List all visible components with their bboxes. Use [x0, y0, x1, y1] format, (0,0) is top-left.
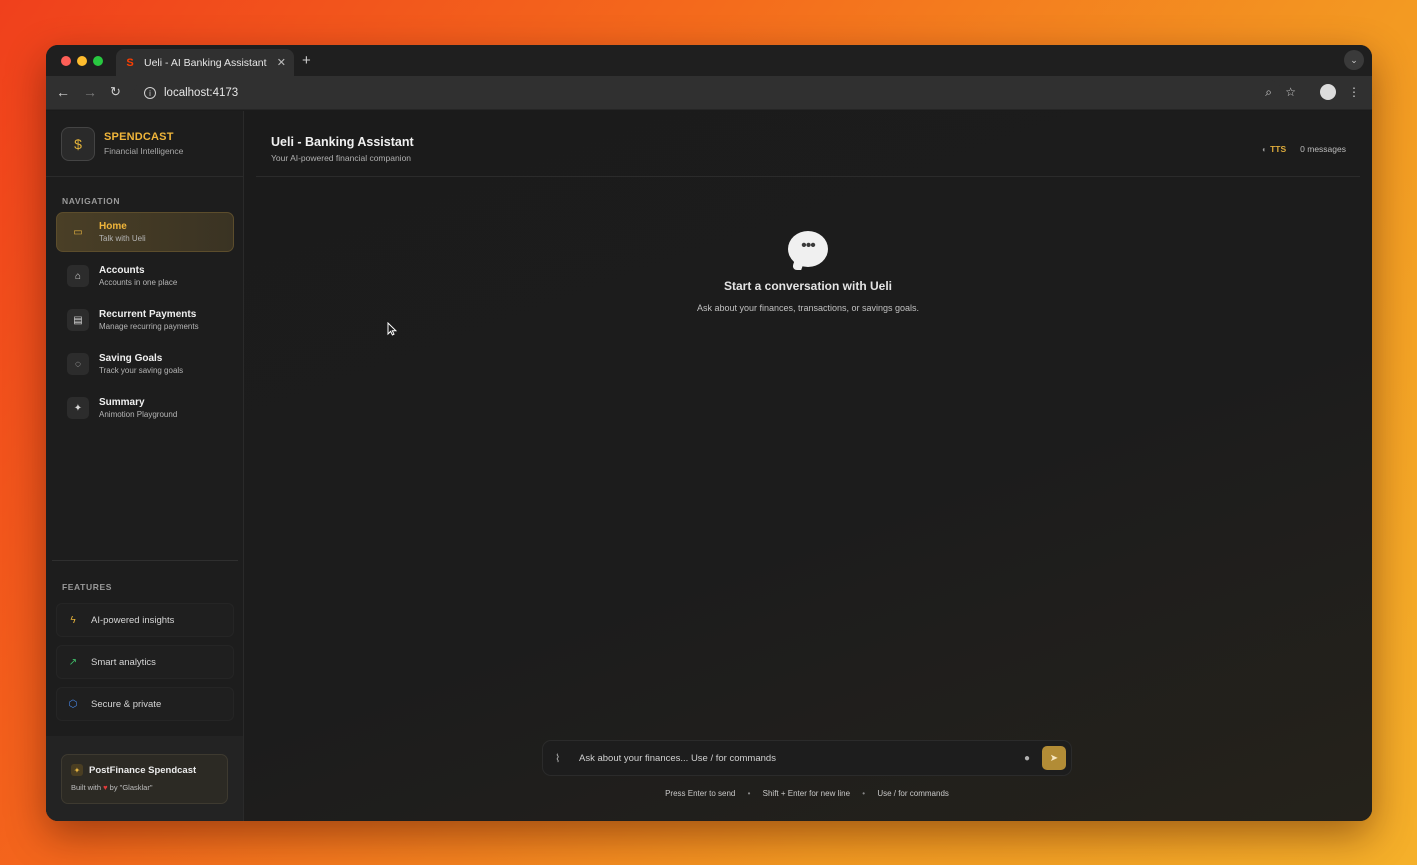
svelte-favicon-icon: S [126, 56, 134, 69]
nav-list: ▭ Home Talk with Ueli ⌂ Accounts Account… [56, 212, 234, 432]
sparkles-icon: ✦ [67, 397, 89, 419]
sidebar-item-subtitle: Manage recurring payments [99, 322, 199, 331]
new-tab-icon[interactable]: + [302, 52, 311, 69]
sidebar-item-subtitle: Animotion Playground [99, 410, 178, 419]
speaker-icon: ◖ [1261, 144, 1267, 154]
browser-tab[interactable]: S Ueli - AI Banking Assistant ✕ [116, 49, 294, 76]
feature-list: ϟ AI-powered insights ↗ Smart analytics … [56, 603, 234, 729]
back-icon[interactable]: ← [56, 85, 70, 99]
page-subtitle: Your AI-powered financial companion [271, 153, 412, 163]
lightning-icon: ϟ [70, 614, 76, 626]
footer-credit: Built with ♥ by "Glasklar" [71, 783, 218, 792]
close-window-button[interactable] [61, 56, 71, 66]
microphone-icon[interactable]: ● [1018, 753, 1036, 764]
site-info-icon[interactable]: i [144, 87, 156, 99]
minimize-window-button[interactable] [77, 56, 87, 66]
empty-state: ••• Start a conversation with Ueli Ask a… [244, 231, 1372, 313]
chat-main: Ueli - Banking Assistant Your AI-powered… [244, 111, 1372, 821]
footer-title: PostFinance Spendcast [89, 764, 197, 776]
brand-subtitle: Financial Intelligence [104, 146, 184, 156]
card-icon: ▤ [67, 309, 89, 331]
feature-ai-insights: ϟ AI-powered insights [56, 603, 234, 637]
tab-title: Ueli - AI Banking Assistant [144, 56, 267, 69]
feature-smart-analytics: ↗ Smart analytics [56, 645, 234, 679]
chat-input[interactable] [569, 752, 1018, 764]
chat-composer: ⌇ ● ➤ [542, 740, 1072, 776]
sidebar-item-subtitle: Track your saving goals [99, 366, 184, 375]
shield-icon: ⬡ [68, 698, 78, 710]
message-count: 0 messages [1300, 144, 1346, 154]
trending-up-icon: ↗ [68, 656, 78, 668]
chat-icon: ▭ [73, 226, 83, 238]
hint-commands: Use / for commands [877, 789, 949, 798]
extension-icon[interactable] [1320, 84, 1336, 100]
send-icon: ➤ [1049, 752, 1059, 764]
hint-separator: • [862, 789, 866, 798]
footer-built-prefix: Built with [71, 783, 102, 792]
sidebar-item-summary[interactable]: ✦ Summary Animotion Playground [56, 388, 234, 428]
brand-name: SPENDCAST [104, 131, 174, 143]
hint-newline: Shift + Enter for new line [762, 789, 851, 798]
send-button[interactable]: ➤ [1042, 746, 1066, 770]
footer-built-suffix: by "Glasklar" [109, 783, 153, 792]
sidebar-item-home[interactable]: ▭ Home Talk with Ueli [56, 212, 234, 252]
paperclip-icon[interactable]: ⌇ [555, 752, 569, 765]
heart-icon: ♥ [103, 783, 108, 792]
feature-text: AI-powered insights [91, 614, 175, 626]
feature-text: Smart analytics [91, 656, 156, 668]
sparkles-icon: ✦ [71, 764, 83, 776]
sidebar-divider [52, 560, 238, 561]
tab-close-icon[interactable]: ✕ [277, 56, 286, 69]
tts-toggle[interactable]: ◖ TTS [1261, 144, 1286, 154]
sidebar-item-recurrent-payments[interactable]: ▤ Recurrent Payments Manage recurring pa… [56, 300, 234, 340]
sidebar-item-title: Accounts [99, 265, 145, 276]
sidebar-item-title: Saving Goals [99, 353, 163, 364]
tts-label: TTS [1270, 144, 1287, 154]
sidebar: $ SPENDCAST Financial Intelligence NAVIG… [46, 111, 244, 821]
hint-send: Press Enter to send [665, 789, 736, 798]
feature-text: Secure & private [91, 698, 162, 710]
browser-toolbar: ← → ↻ i localhost:4173 ⌕ ☆ ⋮ [46, 76, 1372, 110]
sidebar-item-title: Summary [99, 397, 145, 408]
url-text: localhost:4173 [164, 87, 239, 99]
zoom-icon[interactable]: ⌕ [1265, 85, 1272, 100]
browser-window: S Ueli - AI Banking Assistant ✕ + ⌄ ← → … [46, 45, 1372, 821]
maximize-window-button[interactable] [93, 56, 103, 66]
hint-separator: • [747, 789, 751, 798]
tab-search-icon[interactable]: ⌄ [1344, 50, 1364, 70]
speech-bubble-icon: ••• [788, 231, 828, 267]
sidebar-item-subtitle: Accounts in one place [99, 278, 178, 287]
sidebar-item-saving-goals[interactable]: ◌ Saving Goals Track your saving goals [56, 344, 234, 384]
footer-card: ✦ PostFinance Spendcast Built with ♥ by … [61, 754, 228, 804]
feature-secure-private: ⬡ Secure & private [56, 687, 234, 721]
mouse-cursor-icon [387, 322, 397, 336]
sidebar-item-subtitle: Talk with Ueli [99, 234, 146, 243]
reload-icon[interactable]: ↻ [110, 85, 121, 99]
forward-icon[interactable]: → [83, 85, 97, 99]
empty-state-title: Start a conversation with Ueli [723, 279, 893, 293]
bookmark-star-icon[interactable]: ☆ [1285, 85, 1296, 99]
piggy-bank-icon: ◌ [67, 353, 89, 375]
sidebar-item-title: Recurrent Payments [99, 309, 197, 320]
navigation-label: NAVIGATION [62, 196, 121, 206]
address-bar[interactable]: i localhost:4173 [134, 80, 1282, 106]
sidebar-item-accounts[interactable]: ⌂ Accounts Accounts in one place [56, 256, 234, 296]
browser-menu-icon[interactable]: ⋮ [1348, 85, 1360, 99]
brand: $ SPENDCAST Financial Intelligence [46, 111, 243, 177]
keyboard-hints: Press Enter to send • Shift + Enter for … [542, 789, 1072, 798]
empty-state-subtitle: Ask about your finances, transactions, o… [696, 303, 920, 313]
features-label: FEATURES [62, 582, 112, 592]
money-bag-icon: $ [61, 126, 95, 161]
page-title: Ueli - Banking Assistant [271, 135, 414, 149]
sidebar-item-title: Home [99, 221, 127, 232]
app-container: $ SPENDCAST Financial Intelligence NAVIG… [46, 111, 1372, 821]
home-icon: ⌂ [67, 265, 89, 287]
chat-header: Ueli - Banking Assistant Your AI-powered… [256, 111, 1360, 177]
tab-strip: S Ueli - AI Banking Assistant ✕ + ⌄ [46, 45, 1372, 76]
